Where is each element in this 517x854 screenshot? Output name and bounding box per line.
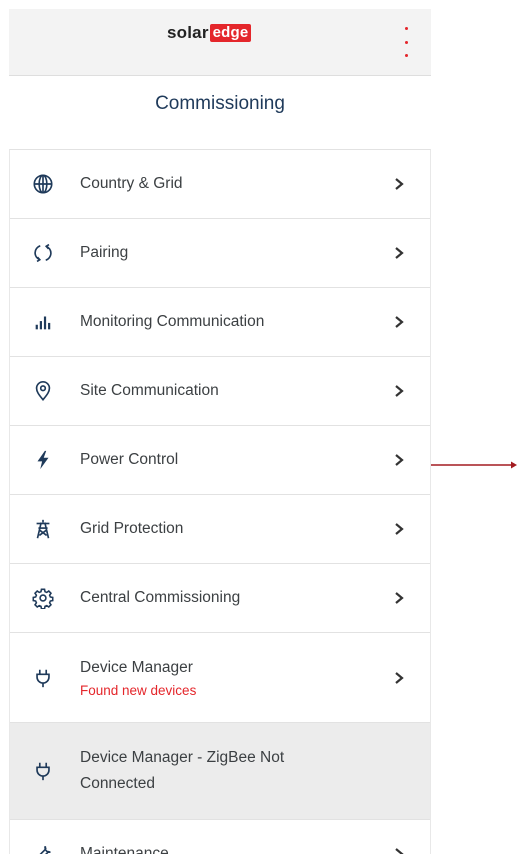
app-header: solar edge <box>9 9 431 76</box>
menu-item-label: Site Communication <box>80 382 219 399</box>
lightning-icon <box>32 449 54 471</box>
gear-icon <box>32 587 54 609</box>
menu-item-label: Device Manager Found new devices <box>80 655 360 701</box>
menu-item-label: Monitoring Communication <box>80 313 265 330</box>
new-devices-notice: Found new devices <box>80 682 197 698</box>
menu-item-country-grid[interactable]: Country & Grid <box>10 150 430 219</box>
menu-item-label: Central Commissioning <box>80 589 241 606</box>
device-manager-title: Device Manager <box>80 658 193 676</box>
menu-item-label: Device Manager - ZigBee Not Connected <box>80 749 285 792</box>
more-vertical-icon[interactable] <box>401 27 411 57</box>
commissioning-menu: Country & Grid Pairing Monitoring Commun… <box>9 149 431 854</box>
menu-item-label: Pairing <box>80 244 129 261</box>
menu-item-pairing[interactable]: Pairing <box>10 219 430 288</box>
chevron-right-icon <box>392 847 406 854</box>
chevron-right-icon <box>392 177 406 191</box>
power-tower-icon <box>32 518 54 540</box>
plug-icon <box>32 667 54 689</box>
chevron-right-icon <box>392 453 406 467</box>
menu-item-grid-protection[interactable]: Grid Protection <box>10 495 430 564</box>
page-title: Commissioning <box>155 93 285 114</box>
solaredge-logo: solar edge <box>167 21 252 45</box>
menu-item-label: Maintenance <box>80 845 169 854</box>
chevron-right-icon <box>392 315 406 329</box>
location-pin-icon <box>32 380 54 402</box>
plug-icon <box>32 760 54 782</box>
menu-item-site-communication[interactable]: Site Communication <box>10 357 430 426</box>
chevron-right-icon <box>392 522 406 536</box>
menu-item-device-manager[interactable]: Device Manager Found new devices <box>10 633 430 723</box>
menu-item-central-commissioning[interactable]: Central Commissioning <box>10 564 430 633</box>
menu-item-maintenance[interactable]: Maintenance <box>10 820 430 854</box>
bar-chart-icon <box>32 311 54 333</box>
menu-item-label: Country & Grid <box>80 175 183 192</box>
app-panel: solar edge Commissioning Country & Grid P… <box>9 9 431 854</box>
annotation-arrow <box>431 461 517 469</box>
menu-item-power-control[interactable]: Power Control <box>10 426 430 495</box>
chevron-right-icon <box>392 591 406 605</box>
menu-item-device-manager-zigbee: Device Manager - ZigBee Not Connected <box>10 723 430 820</box>
menu-item-monitoring-communication[interactable]: Monitoring Communication <box>10 288 430 357</box>
sync-icon <box>32 242 54 264</box>
wrench-icon <box>32 843 54 854</box>
menu-item-label: Power Control <box>80 451 179 468</box>
chevron-right-icon <box>392 384 406 398</box>
globe-icon <box>32 173 54 195</box>
menu-item-label: Grid Protection <box>80 520 184 537</box>
chevron-right-icon <box>392 671 406 685</box>
chevron-right-icon <box>392 246 406 260</box>
